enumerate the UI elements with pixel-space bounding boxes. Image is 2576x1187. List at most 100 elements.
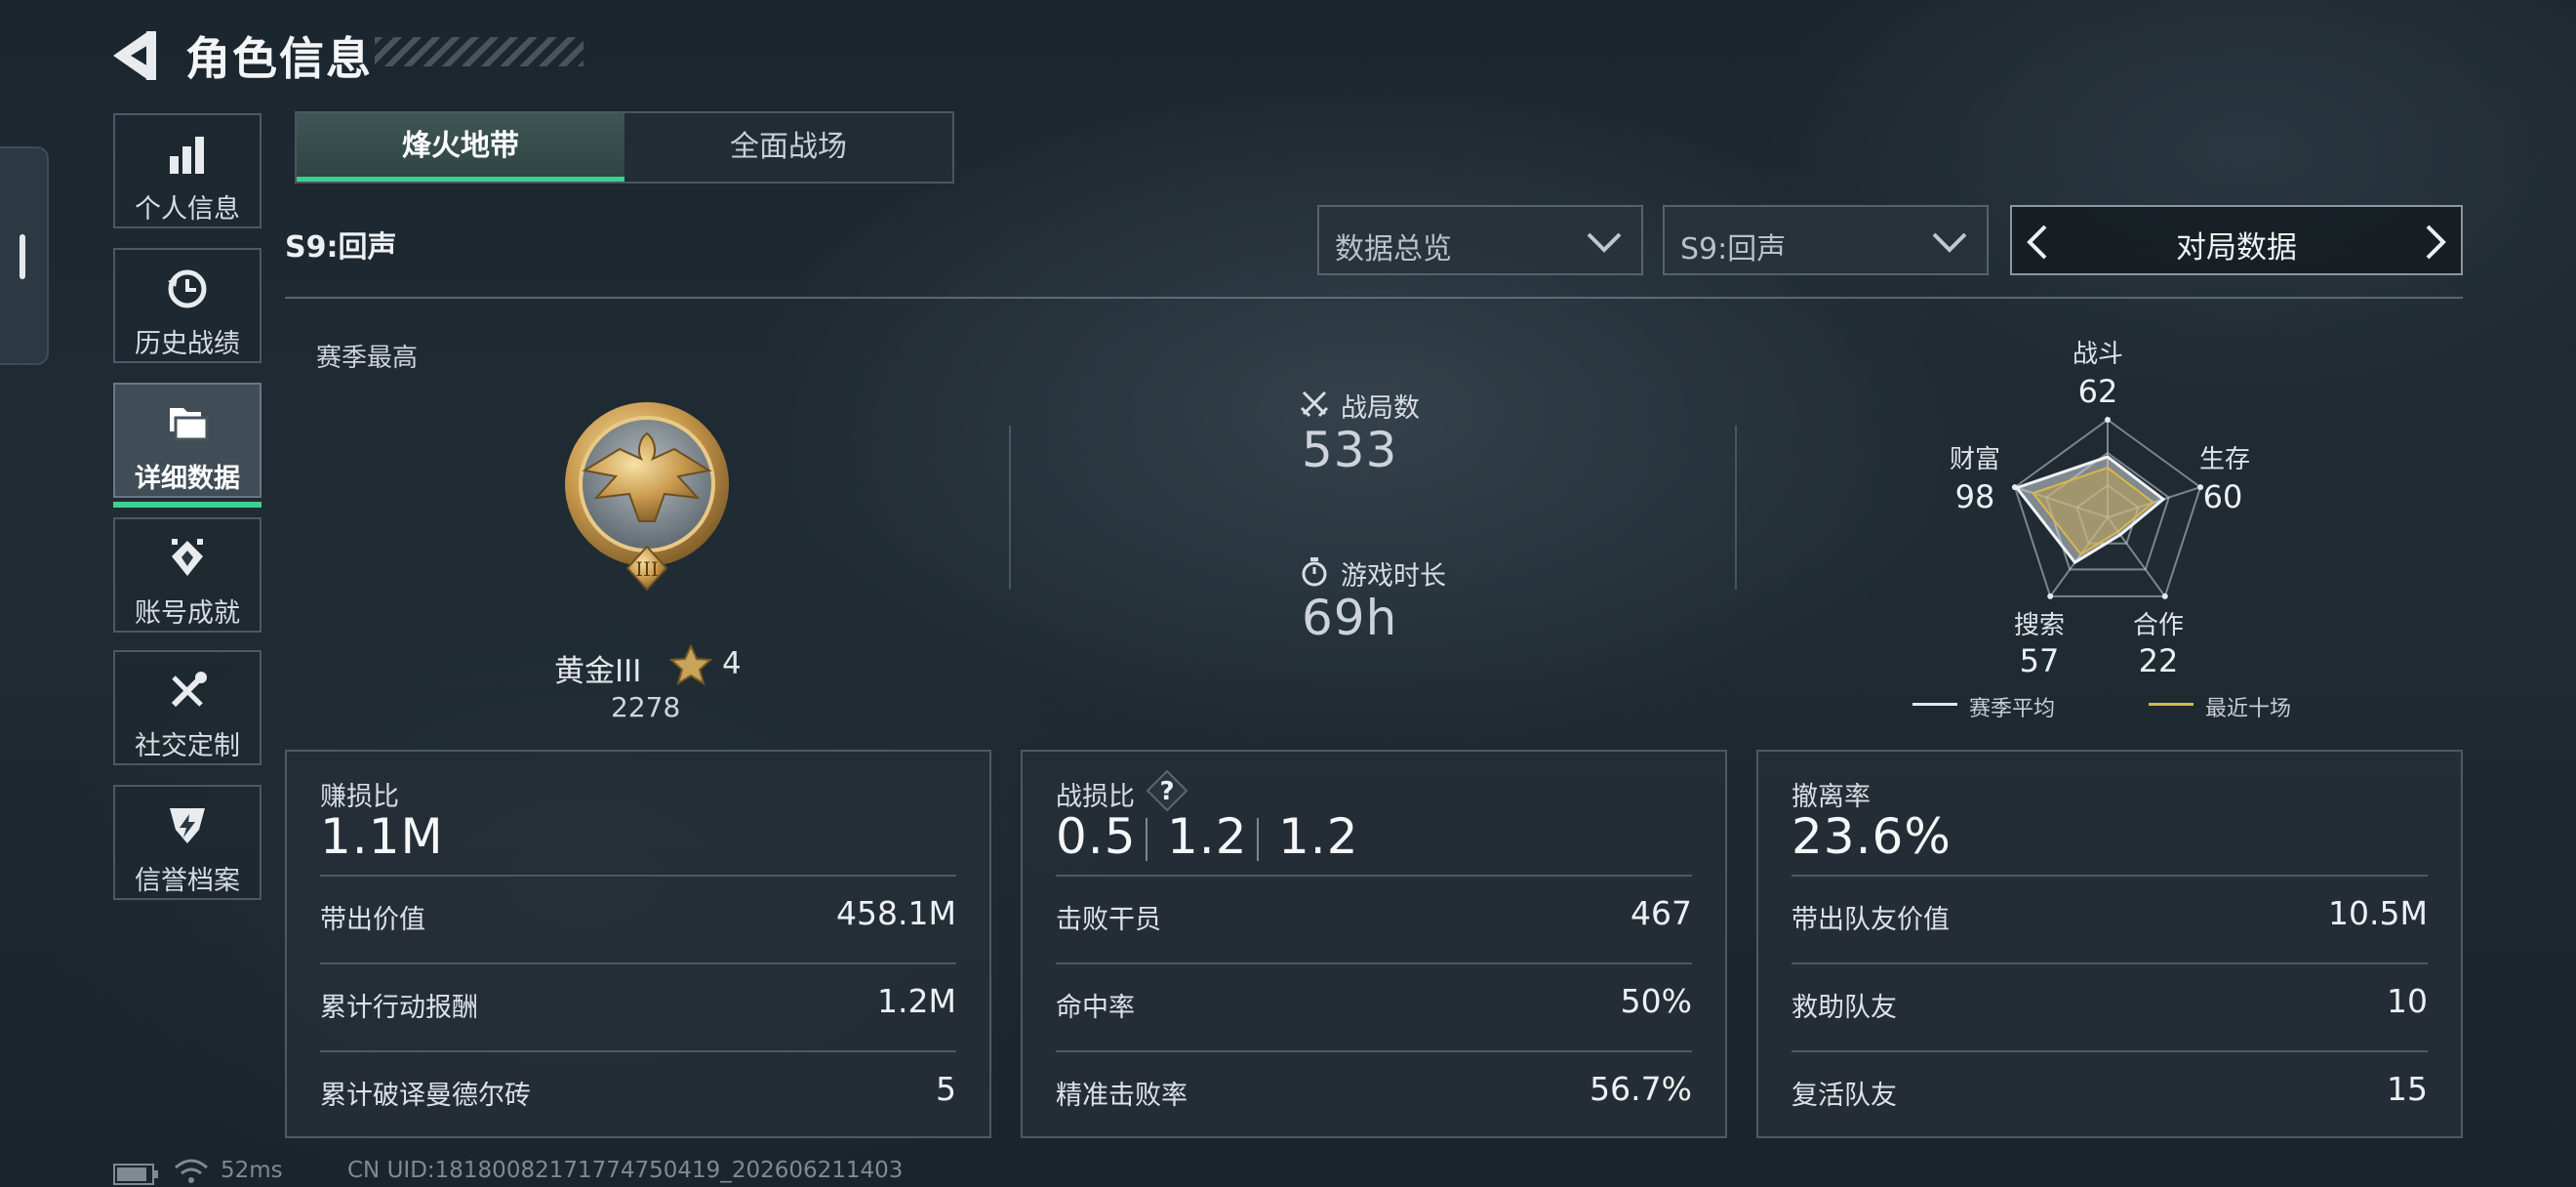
active-indicator bbox=[113, 502, 262, 508]
row-value: 10.5M bbox=[2328, 894, 2428, 932]
sidebar-item-achievements[interactable]: 账号成就 bbox=[113, 517, 262, 633]
rank-name: 黄金III bbox=[554, 654, 642, 689]
radar-axis-label: 财富 bbox=[1949, 445, 2000, 474]
panel-main-value: 1.1M bbox=[320, 808, 444, 865]
row-label: 救助队友 bbox=[1791, 993, 1897, 1023]
row-label: 累计破译曼德尔砖 bbox=[320, 1081, 531, 1111]
help-icon[interactable]: ? bbox=[1144, 767, 1190, 814]
matches-value: 533 bbox=[1302, 422, 1398, 478]
season-label: S9:回声 bbox=[285, 230, 397, 265]
row-label: 击败干员 bbox=[1056, 905, 1161, 935]
row-value: 5 bbox=[936, 1070, 956, 1108]
ping-value: 52ms bbox=[221, 1158, 283, 1183]
sidebar-item-label: 账号成就 bbox=[135, 598, 240, 629]
legend-swatch-season-avg bbox=[1912, 703, 1957, 706]
mode-switcher-label: 对局数据 bbox=[2176, 230, 2297, 266]
radar-axis-value: 57 bbox=[2019, 642, 2060, 679]
extraction-panel: 撤离率 23.6% 带出队友价值 10.5M 救助队友 10 复活队友 15 bbox=[1756, 750, 2463, 1138]
battery-icon bbox=[113, 1164, 158, 1185]
row-divider bbox=[1791, 875, 2428, 877]
kd-value-divider bbox=[1146, 818, 1147, 861]
rank-star-count: 4 bbox=[722, 646, 742, 681]
rank-score: 2278 bbox=[611, 691, 681, 723]
matches-label: 战局数 bbox=[1341, 393, 1420, 424]
tab-operations[interactable]: 烽火地带 bbox=[297, 113, 624, 182]
radar-axis-label: 战斗 bbox=[2072, 340, 2123, 369]
chevron-right-icon[interactable] bbox=[2424, 225, 2447, 260]
profit-panel: 赚损比 1.1M 带出价值 458.1M 累计行动报酬 1.2M 累计破译曼德尔… bbox=[285, 750, 991, 1138]
row-divider bbox=[320, 875, 956, 877]
achievement-icon bbox=[172, 539, 203, 576]
tools-icon bbox=[171, 672, 207, 708]
row-value: 50% bbox=[1620, 982, 1692, 1020]
row-divider bbox=[1056, 962, 1692, 964]
sidebar-item-reputation[interactable]: 信誉档案 bbox=[113, 785, 262, 900]
radar-axis-tip bbox=[2161, 593, 2168, 599]
sidebar-item-label: 详细数据 bbox=[135, 464, 240, 494]
row-divider bbox=[320, 962, 956, 964]
row-value: 467 bbox=[1630, 894, 1692, 932]
player-uid: CN UID:18180082171774750419_202606211403 bbox=[347, 1158, 904, 1183]
side-drawer-handle[interactable] bbox=[0, 146, 49, 365]
header-divider bbox=[285, 297, 2463, 299]
bar-chart-icon bbox=[170, 137, 204, 174]
legend-swatch-recent bbox=[2149, 703, 2194, 706]
radar-axis-label: 搜索 bbox=[2013, 611, 2065, 640]
title-decoration bbox=[375, 37, 584, 66]
row-label: 精准击败率 bbox=[1056, 1081, 1187, 1111]
tab-warfare[interactable]: 全面战场 bbox=[624, 113, 952, 182]
radar-axis-label: 生存 bbox=[2198, 445, 2250, 474]
sidebar-item-social-custom[interactable]: 社交定制 bbox=[113, 650, 262, 765]
kd-panel: 战损比 ? 0.5 1.2 1.2 击败干员 467 命中率 50% 精准击败率… bbox=[1021, 750, 1727, 1138]
stats-divider bbox=[1009, 426, 1011, 590]
stopwatch-icon bbox=[1302, 557, 1327, 587]
history-clock-icon bbox=[168, 269, 207, 308]
row-value: 1.2M bbox=[877, 982, 956, 1020]
chevron-down-icon bbox=[1587, 232, 1622, 253]
crossed-swords-icon bbox=[1300, 390, 1329, 418]
radar-axis-value: 22 bbox=[2138, 642, 2179, 679]
radar-axis-tip bbox=[2047, 593, 2054, 599]
star-icon bbox=[669, 644, 712, 685]
legend-label: 赛季平均 bbox=[1969, 697, 2056, 721]
season-value: S9:回声 bbox=[1680, 232, 1787, 266]
back-arrow-icon[interactable] bbox=[109, 29, 160, 82]
radar-axis-value: 98 bbox=[1954, 478, 1995, 515]
row-label: 复活队友 bbox=[1791, 1081, 1897, 1111]
kd-value-2: 1.2 bbox=[1167, 808, 1248, 865]
radar-axis-tip bbox=[2105, 417, 2111, 423]
row-value: 56.7% bbox=[1590, 1070, 1692, 1108]
radar-axis-value: 60 bbox=[2202, 478, 2243, 515]
row-label: 命中率 bbox=[1056, 993, 1135, 1023]
row-label: 累计行动报酬 bbox=[320, 993, 478, 1023]
reputation-icon bbox=[170, 808, 205, 843]
radar-axis-value: 62 bbox=[2077, 373, 2118, 410]
sidebar-item-detailed-data[interactable]: 详细数据 bbox=[113, 383, 262, 508]
chevron-down-icon bbox=[1932, 232, 1967, 253]
panel-main-value: 23.6% bbox=[1791, 808, 1952, 865]
data-type-dropdown[interactable]: 数据总览 bbox=[1317, 205, 1643, 275]
mode-switcher: 对局数据 bbox=[2010, 205, 2463, 275]
stats-divider bbox=[1735, 426, 1737, 590]
sidebar-item-label: 社交定制 bbox=[135, 731, 240, 761]
sidebar-item-personal-info[interactable]: 个人信息 bbox=[113, 113, 262, 228]
row-divider bbox=[320, 1050, 956, 1052]
sidebar-item-match-history[interactable]: 历史战绩 bbox=[113, 248, 262, 363]
kd-value-3: 1.2 bbox=[1278, 808, 1359, 865]
wifi-icon bbox=[175, 1159, 208, 1183]
row-value: 15 bbox=[2387, 1070, 2428, 1108]
mode-tabs: 烽火地带 全面战场 bbox=[295, 111, 954, 184]
row-label: 带出队友价值 bbox=[1791, 905, 1950, 935]
season-dropdown[interactable]: S9:回声 bbox=[1663, 205, 1989, 275]
sidebar-item-label: 个人信息 bbox=[135, 194, 240, 225]
playtime-label: 游戏时长 bbox=[1341, 561, 1446, 592]
radar-axis-label: 合作 bbox=[2132, 611, 2184, 640]
kd-value-divider bbox=[1257, 818, 1259, 861]
legend-label: 最近十场 bbox=[2205, 697, 2292, 721]
row-value: 458.1M bbox=[836, 894, 956, 932]
season-best-label: 赛季最高 bbox=[316, 344, 419, 373]
row-divider bbox=[1791, 962, 2428, 964]
sidebar-item-label: 历史战绩 bbox=[135, 329, 240, 359]
help-icon-glyph: ? bbox=[1159, 777, 1174, 806]
data-type-value: 数据总览 bbox=[1335, 232, 1452, 266]
